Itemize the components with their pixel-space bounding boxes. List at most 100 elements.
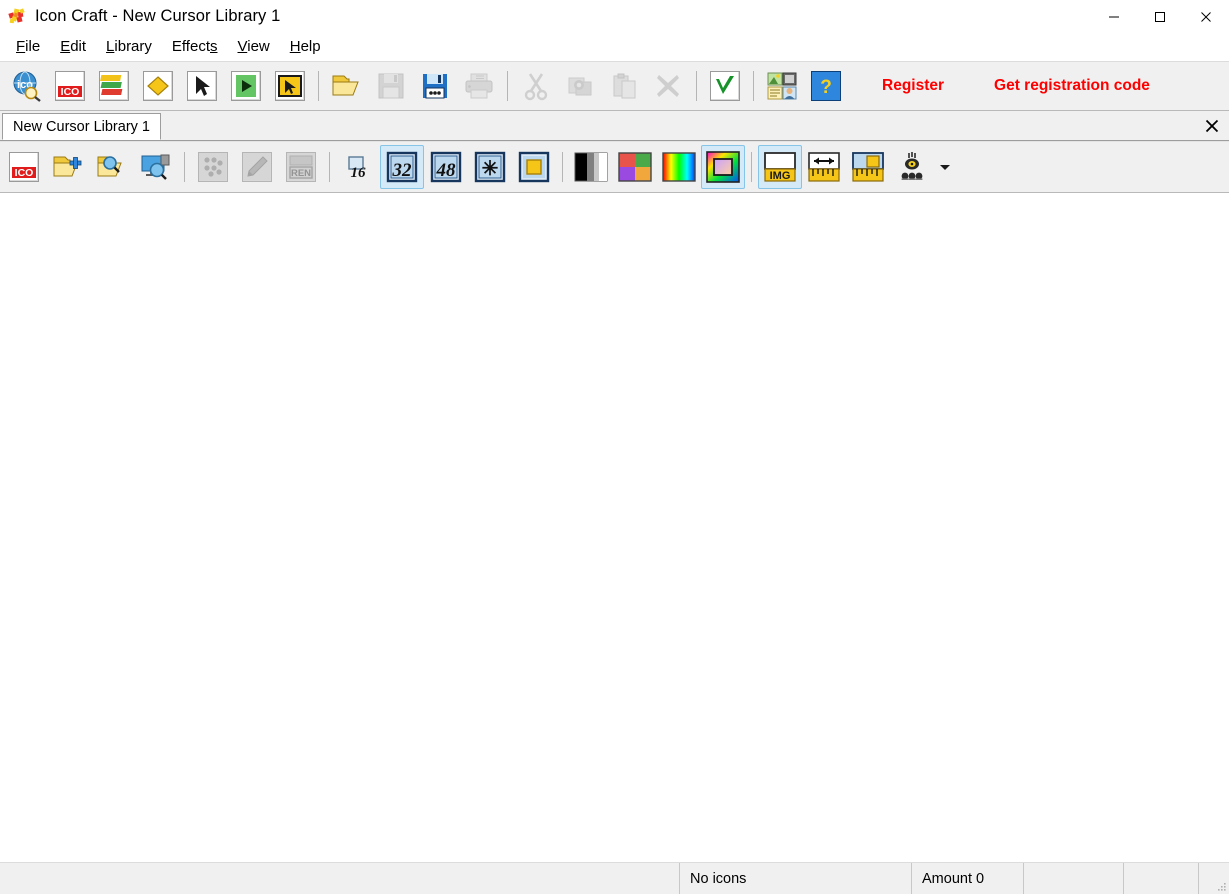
save-as-button[interactable] bbox=[413, 64, 457, 108]
color-mono-button[interactable] bbox=[569, 145, 613, 189]
new-cursor-library-icon bbox=[187, 71, 217, 101]
arrange-icons-button[interactable] bbox=[191, 145, 235, 189]
chevron-down-icon bbox=[939, 161, 951, 173]
new-icon-library-icon: ICO bbox=[55, 71, 85, 101]
toolbar-separator bbox=[562, 152, 563, 182]
toolbar-separator bbox=[507, 71, 508, 101]
library-ico-button[interactable]: ICO bbox=[2, 145, 46, 189]
add-icon-to-library-icon bbox=[51, 152, 85, 182]
apply-button[interactable] bbox=[703, 64, 747, 108]
preview-options-button[interactable] bbox=[890, 145, 934, 189]
svg-text:32: 32 bbox=[392, 160, 413, 181]
size-48-button[interactable]: 48 bbox=[424, 145, 468, 189]
view-image-size-icon bbox=[850, 150, 886, 184]
print-button[interactable] bbox=[457, 64, 501, 108]
color-256-button[interactable] bbox=[657, 145, 701, 189]
status-cell-message bbox=[0, 863, 680, 894]
svg-text:ICO: ICO bbox=[15, 167, 34, 179]
new-cursor-library-button[interactable] bbox=[180, 64, 224, 108]
browse-ico-button[interactable]: ico bbox=[4, 64, 48, 108]
help-button[interactable]: ? bbox=[804, 64, 848, 108]
get-registration-code-link[interactable]: Get registration code bbox=[994, 77, 1150, 95]
minimize-icon bbox=[1108, 11, 1120, 23]
browse-ico-icon: ico bbox=[10, 70, 42, 102]
open-button[interactable] bbox=[325, 64, 369, 108]
app-icon bbox=[7, 7, 27, 27]
rename-button[interactable]: REN bbox=[279, 145, 323, 189]
view-image-button[interactable]: IMG bbox=[758, 145, 802, 189]
edit-icon bbox=[242, 152, 272, 182]
status-cell-5 bbox=[1124, 863, 1199, 894]
application-window: Icon Craft - New Cursor Library 1 F bbox=[0, 0, 1229, 894]
add-icon-to-library-button[interactable] bbox=[46, 145, 90, 189]
color-16-icon bbox=[617, 151, 653, 183]
save-as-icon bbox=[420, 71, 450, 101]
new-cursor-button[interactable] bbox=[136, 64, 180, 108]
menu-item-view[interactable]: View bbox=[228, 36, 280, 57]
new-icon-library-button[interactable]: ICO bbox=[48, 64, 92, 108]
toolbar-separator bbox=[753, 71, 754, 101]
view-size-button[interactable] bbox=[802, 145, 846, 189]
edit-cursor-button[interactable] bbox=[268, 64, 312, 108]
size-custom-icon bbox=[517, 150, 551, 184]
maximize-icon bbox=[1154, 11, 1166, 23]
register-link[interactable]: Register bbox=[882, 77, 944, 95]
minimize-button[interactable] bbox=[1091, 0, 1137, 33]
cut-button[interactable] bbox=[514, 64, 558, 108]
new-image-button[interactable] bbox=[92, 64, 136, 108]
save-button[interactable] bbox=[369, 64, 413, 108]
color-256-icon bbox=[661, 151, 697, 183]
edit-cursor-icon bbox=[275, 71, 305, 101]
apply-checkmark-icon bbox=[710, 71, 740, 101]
menu-item-library[interactable]: Library bbox=[96, 36, 162, 57]
size-32-icon: 32 bbox=[385, 150, 419, 184]
arrange-icons-icon bbox=[198, 152, 228, 182]
tab-close-button[interactable] bbox=[1197, 111, 1227, 140]
size-custom-button[interactable] bbox=[512, 145, 556, 189]
window-title: Icon Craft - New Cursor Library 1 bbox=[35, 7, 280, 26]
tab-label: New Cursor Library 1 bbox=[13, 119, 150, 135]
close-icon bbox=[1200, 11, 1212, 23]
toolbar-separator bbox=[318, 71, 319, 101]
icon-library-canvas[interactable] bbox=[0, 193, 1229, 862]
preview-options-dropdown[interactable] bbox=[934, 145, 956, 189]
status-cell-icon-count: No icons bbox=[680, 863, 912, 894]
color-truecolor-button[interactable] bbox=[701, 145, 745, 189]
delete-button[interactable] bbox=[646, 64, 690, 108]
window-controls bbox=[1091, 0, 1229, 33]
close-button[interactable] bbox=[1183, 0, 1229, 33]
status-bar: No icons Amount 0 bbox=[0, 862, 1229, 894]
print-icon bbox=[463, 71, 495, 101]
paste-button[interactable] bbox=[602, 64, 646, 108]
resize-grip[interactable] bbox=[1211, 863, 1229, 894]
size-16-button[interactable]: 16 bbox=[336, 145, 380, 189]
tab-strip: New Cursor Library 1 bbox=[0, 111, 1229, 141]
edit-button[interactable] bbox=[235, 145, 279, 189]
new-animated-cursor-button[interactable] bbox=[224, 64, 268, 108]
size-48-icon: 48 bbox=[429, 150, 463, 184]
status-cell-amount: Amount 0 bbox=[912, 863, 1024, 894]
copy-button[interactable] bbox=[558, 64, 602, 108]
menu-item-effects[interactable]: Effects bbox=[162, 36, 228, 57]
view-image-size-button[interactable] bbox=[846, 145, 890, 189]
open-folder-icon bbox=[330, 71, 364, 101]
tab-new-cursor-library-1[interactable]: New Cursor Library 1 bbox=[2, 113, 161, 140]
help-icon: ? bbox=[811, 71, 841, 101]
copy-icon bbox=[565, 71, 595, 101]
main-toolbar: ico ICO bbox=[0, 61, 1229, 111]
maximize-button[interactable] bbox=[1137, 0, 1183, 33]
capture-from-screen-button[interactable] bbox=[134, 145, 178, 189]
color-16-button[interactable] bbox=[613, 145, 657, 189]
img-label: IMG bbox=[770, 170, 791, 182]
size-any-button[interactable]: ✳ bbox=[468, 145, 512, 189]
size-32-button[interactable]: 32 bbox=[380, 145, 424, 189]
cut-icon bbox=[521, 71, 551, 101]
menu-item-edit[interactable]: Edit bbox=[50, 36, 96, 57]
menu-item-file[interactable]: File bbox=[6, 36, 50, 57]
library-toolbar: ICO bbox=[0, 141, 1229, 193]
new-cursor-icon bbox=[143, 71, 173, 101]
menu-item-help[interactable]: Help bbox=[280, 36, 331, 57]
import-from-folder-button[interactable] bbox=[90, 145, 134, 189]
media-gallery-button[interactable] bbox=[760, 64, 804, 108]
title-bar: Icon Craft - New Cursor Library 1 bbox=[0, 0, 1229, 33]
